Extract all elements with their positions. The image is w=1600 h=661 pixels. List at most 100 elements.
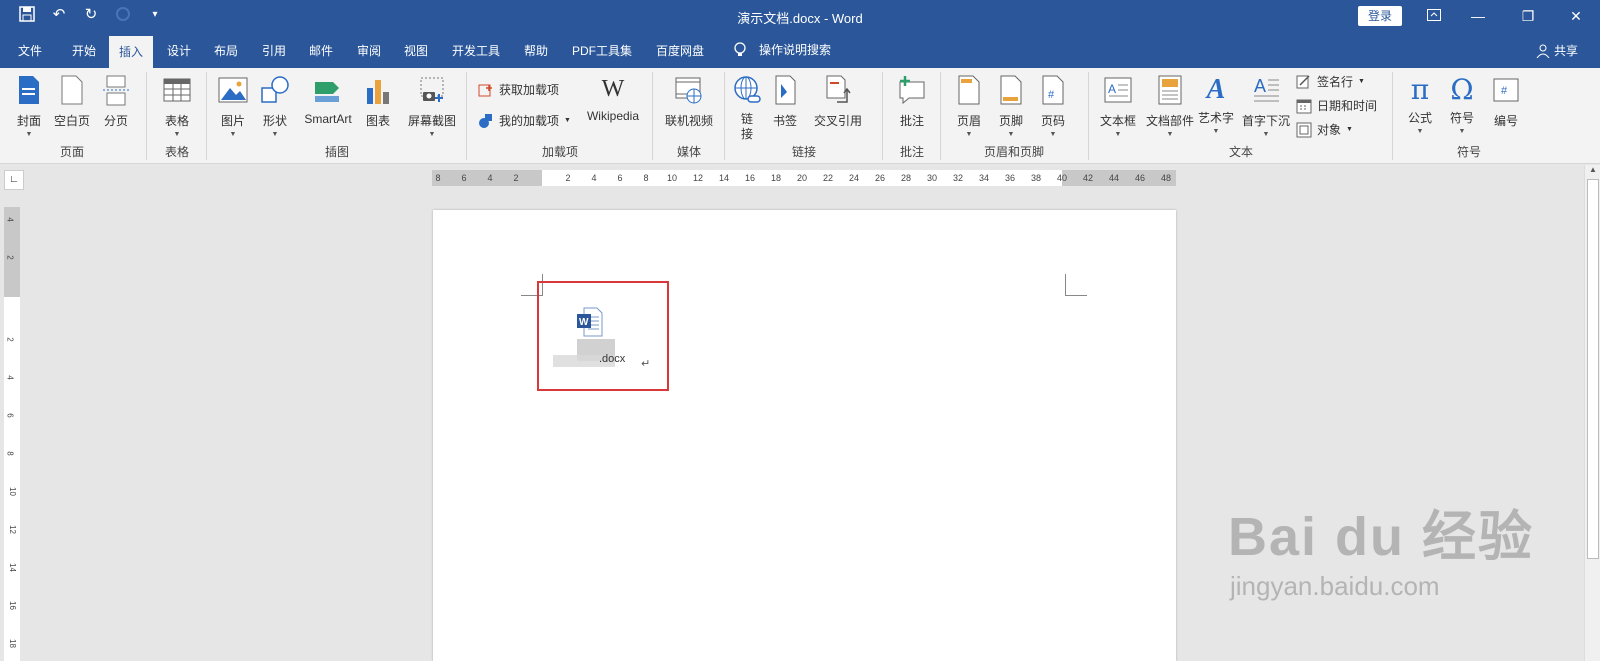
scroll-up-icon[interactable]: ▲	[1589, 165, 1597, 174]
smartart-label: SmartArt	[304, 112, 352, 126]
minimize-icon[interactable]: —	[1468, 6, 1488, 26]
separator	[206, 72, 207, 160]
tab-design[interactable]: 设计	[167, 42, 191, 59]
share-button[interactable]: 共享	[1536, 42, 1578, 59]
online-video-button[interactable]: 联机视频	[662, 74, 716, 129]
symbol-button[interactable]: Ω 符号 ▼	[1444, 73, 1480, 136]
group-illustrations-label: 插图	[324, 145, 349, 159]
online-video-icon	[675, 77, 702, 104]
dropdown-arrow-icon: ▼	[1114, 131, 1122, 138]
text-box-button[interactable]: A 文本框 ▼	[1098, 74, 1138, 138]
cover-page-button[interactable]: 封面 ▼	[12, 74, 46, 138]
blank-page-button[interactable]: 空白页	[52, 74, 92, 129]
svg-text:A: A	[1108, 82, 1116, 96]
document-page[interactable]	[433, 210, 1176, 661]
text-box-icon: A	[1104, 77, 1132, 103]
my-addins-button[interactable]: 我的加载项 ▼	[478, 112, 571, 129]
date-time-button[interactable]: 日期和时间	[1296, 97, 1377, 114]
number-icon: #	[1493, 78, 1519, 102]
signature-icon	[1296, 74, 1310, 88]
wikipedia-icon: W	[601, 76, 625, 102]
header-button[interactable]: 页眉 ▼	[954, 74, 984, 138]
wordart-button[interactable]: A 艺术字 ▼	[1196, 74, 1236, 135]
object-button[interactable]: 对象 ▼	[1296, 121, 1353, 138]
dropdown-arrow-icon: ▼	[1458, 128, 1466, 135]
picture-button[interactable]: 图片 ▼	[218, 74, 248, 138]
object-label: 对象	[1317, 123, 1342, 137]
signature-line-button[interactable]: 签名行 ▼	[1296, 73, 1365, 90]
ruler-tick: 4	[487, 173, 493, 183]
smartart-button[interactable]: SmartArt	[300, 74, 356, 126]
shapes-icon	[261, 76, 289, 103]
tab-mailings[interactable]: 邮件	[309, 42, 333, 59]
omega-icon: Ω	[1450, 73, 1474, 106]
tab-selector[interactable]: ∟	[4, 170, 24, 190]
baidu-watermark: Bai du 经验 jingyan.baidu.com	[1228, 492, 1534, 602]
tab-home[interactable]: 开始	[72, 42, 96, 59]
tab-baidu-netdisk[interactable]: 百度网盘	[656, 42, 704, 59]
login-button[interactable]: 登录	[1358, 6, 1402, 26]
ruler-tick: 8	[435, 173, 441, 183]
tab-view[interactable]: 视图	[404, 42, 428, 59]
separator	[1088, 72, 1089, 160]
table-button[interactable]: 表格 ▼	[157, 74, 197, 138]
separator	[724, 72, 725, 160]
footer-button[interactable]: 页脚 ▼	[996, 74, 1026, 138]
ruler-tick: 4	[5, 375, 15, 380]
object-icon	[1296, 122, 1312, 137]
get-addins-button[interactable]: 获取加载项	[478, 81, 559, 98]
embedded-document-object[interactable]: W .docx ↵	[537, 281, 669, 391]
cross-reference-button[interactable]: 交叉引用	[810, 74, 866, 129]
tab-layout[interactable]: 布局	[214, 42, 238, 59]
quick-parts-button[interactable]: 文档部件 ▼	[1144, 74, 1196, 138]
dropdown-arrow-icon: ▼	[1416, 128, 1424, 135]
dropdown-arrow-icon: ▼	[1007, 131, 1015, 138]
tab-review[interactable]: 审阅	[357, 42, 381, 59]
group-table-label: 表格	[164, 145, 189, 159]
bookmark-button[interactable]: 书签	[770, 74, 800, 129]
text-box-label: 文本框	[1099, 114, 1136, 128]
link-button[interactable]: 链接	[732, 74, 762, 142]
new-comment-button[interactable]: 批注	[892, 74, 932, 129]
separator	[466, 72, 467, 160]
horizontal-ruler[interactable]: 8 6 4 2 2 4 6 8 10 12 14 16 18 20 22 24 26 28 30 32 34 36 38 40…	[432, 170, 1176, 186]
dropdown-arrow-icon: ▼	[1049, 131, 1057, 138]
screenshot-button[interactable]: 屏幕截图 ▼	[404, 74, 460, 138]
ruler-tick: 14	[7, 563, 17, 572]
drop-cap-button[interactable]: A 首字下沉 ▼	[1240, 74, 1292, 138]
close-icon[interactable]: ✕	[1566, 6, 1586, 26]
page-number-button[interactable]: # 页码 ▼	[1038, 74, 1068, 138]
ruler-tick: 6	[461, 173, 467, 183]
vertical-ruler[interactable]: 4 2 2 4 6 8 10 12 14 16 18	[4, 207, 20, 661]
tab-help[interactable]: 帮助	[524, 42, 548, 59]
wikipedia-button[interactable]: W Wikipedia	[580, 74, 646, 123]
ruler-tick: 2	[5, 337, 15, 342]
vertical-scrollbar[interactable]: ▲	[1584, 165, 1600, 661]
table-icon	[163, 78, 191, 102]
equation-button[interactable]: π 公式 ▼	[1402, 74, 1438, 136]
page-number-icon: #	[1042, 75, 1064, 105]
shapes-button[interactable]: 形状 ▼	[260, 74, 290, 138]
tab-insert[interactable]: 插入	[109, 36, 154, 68]
ribbon-display-icon[interactable]	[1424, 6, 1444, 26]
scrollbar-thumb[interactable]	[1587, 179, 1599, 559]
page-break-button[interactable]: 分页	[99, 74, 133, 129]
ruler-tick: 10	[666, 173, 678, 183]
number-button[interactable]: # 编号	[1488, 74, 1524, 129]
tab-references[interactable]: 引用	[262, 42, 286, 59]
screenshot-label: 屏幕截图	[407, 114, 456, 128]
quick-parts-label: 文档部件	[1145, 114, 1194, 128]
ruler-tick: 42	[1082, 173, 1094, 183]
chart-button[interactable]: 图表	[363, 74, 393, 129]
ruler-tick: 34	[978, 173, 990, 183]
tell-me-search[interactable]: 操作说明搜索	[733, 41, 831, 58]
dropdown-arrow-icon: ▼	[271, 131, 279, 138]
tab-developer[interactable]: 开发工具	[452, 42, 500, 59]
tab-file[interactable]: 文件	[18, 42, 42, 59]
tab-pdf-tools[interactable]: PDF工具集	[572, 42, 632, 59]
drop-cap-icon: A	[1254, 76, 1279, 102]
ruler-tick: 8	[643, 173, 649, 183]
ruler-tick: 12	[7, 525, 17, 534]
restore-icon[interactable]: ❐	[1518, 6, 1538, 26]
cross-reference-label: 交叉引用	[813, 114, 862, 128]
